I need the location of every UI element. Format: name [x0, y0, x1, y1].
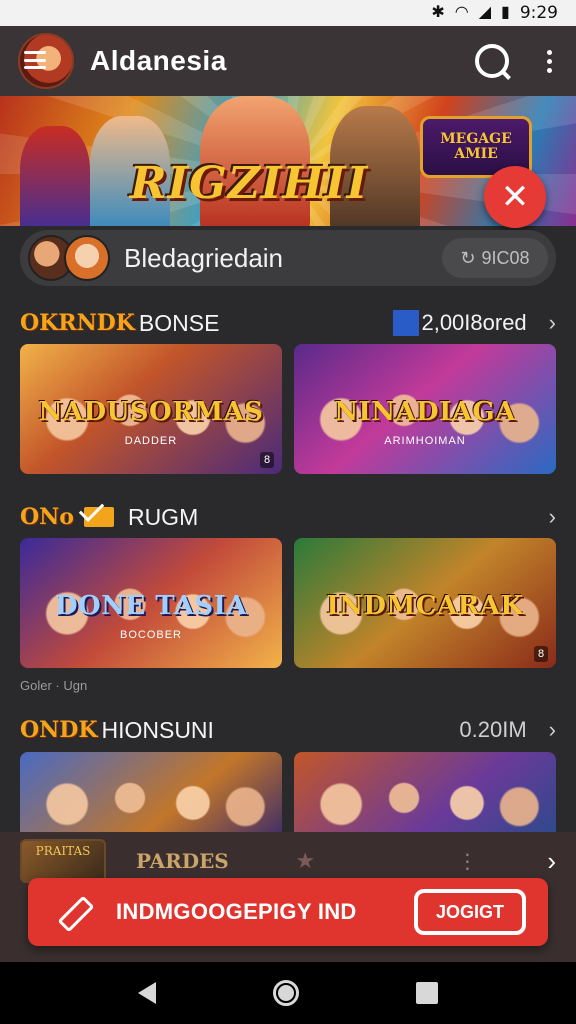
- game-tile[interactable]: [294, 752, 556, 842]
- more-vert-icon[interactable]: ⋮: [457, 849, 477, 874]
- bluetooth-icon: ✱: [431, 4, 445, 21]
- row-footnote: Goler · Ugn: [20, 678, 88, 693]
- close-icon: ✕: [500, 178, 530, 216]
- tile-subtitle: DADDER: [124, 435, 178, 447]
- app-title: Aldanesia: [90, 45, 227, 76]
- cta-label: INDMGOOGEPIGY IND: [116, 899, 357, 924]
- cta-banner[interactable]: INDMGOOGEPIGY IND JOGIGT: [28, 878, 548, 946]
- section-header[interactable]: ONDK HIONSUNI 0.20IM ›: [20, 712, 556, 748]
- section-tag: OKRNDK: [20, 310, 135, 336]
- more-vert-icon[interactable]: [547, 49, 552, 73]
- dock-label: PARDES: [136, 849, 229, 873]
- section-title: HIONSUNI: [101, 716, 214, 743]
- close-button[interactable]: ✕: [484, 166, 546, 228]
- chevron-right-icon[interactable]: ›: [549, 717, 556, 743]
- tile-subtitle: BOCOBER: [119, 629, 182, 641]
- tile-title: NADUSORMAS: [38, 396, 264, 427]
- refresh-icon: ↻: [460, 247, 476, 268]
- wifi-icon: ◠: [454, 4, 469, 21]
- game-tile[interactable]: NINADIAGA ARIMHOIMAN: [294, 344, 556, 474]
- game-tile[interactable]: [20, 752, 282, 842]
- recents-icon[interactable]: [415, 982, 438, 1004]
- tile-title: INDMCARAK: [326, 590, 524, 621]
- hero-character: [20, 126, 90, 226]
- cta-button[interactable]: JOGIGT: [414, 889, 526, 935]
- pencil-icon: [50, 892, 90, 932]
- game-tile[interactable]: DONE TASIA BOCOBER: [20, 538, 282, 668]
- dock-logo[interactable]: PRAITAS: [20, 839, 106, 883]
- system-nav-bar: [0, 962, 576, 1024]
- profile-avatar-secondary[interactable]: [64, 235, 110, 281]
- battery-icon: ▮: [501, 4, 510, 21]
- game-tile[interactable]: INDMCARAK 8: [294, 538, 556, 668]
- tile-subtitle: ARIMHOIMAN: [384, 435, 466, 447]
- section-header[interactable]: ONo RUGM ›: [20, 499, 556, 535]
- tile-badge: 8: [260, 452, 274, 468]
- tile-title: NINADIAGA: [334, 396, 516, 427]
- profile-name: Bledagriedain: [124, 242, 284, 273]
- chevron-right-icon[interactable]: ›: [547, 846, 556, 877]
- app-bar: Aldanesia: [0, 26, 576, 96]
- profile-avatar[interactable]: [18, 33, 74, 89]
- home-icon[interactable]: [272, 980, 299, 1006]
- section-header[interactable]: OKRNDK BONSE 2,00I8ored ›: [20, 305, 556, 341]
- chevron-right-icon[interactable]: ›: [549, 504, 556, 530]
- menu-icon[interactable]: [24, 51, 46, 69]
- coin-balance: 9IC08: [481, 247, 530, 268]
- star-icon[interactable]: ★: [295, 850, 317, 872]
- status-bar: ✱ ◠ ◢ ▮ 9:29: [0, 0, 576, 26]
- status-time: 9:29: [519, 3, 558, 23]
- signal-icon: ◢: [478, 4, 491, 21]
- back-icon[interactable]: [138, 982, 157, 1004]
- section-extra: 0.20IM: [459, 717, 527, 742]
- tile-title: DONE TASIA: [54, 590, 248, 621]
- game-tile[interactable]: NADUSORMAS DADDER 8: [20, 344, 282, 474]
- section-tag: ONDK: [20, 717, 98, 743]
- chevron-right-icon[interactable]: ›: [549, 310, 556, 336]
- profile-bar[interactable]: Bledagriedain ↻ 9IC08: [20, 230, 556, 286]
- tile-badge: 8: [534, 646, 548, 662]
- section-title: RUGM: [127, 503, 199, 530]
- search-icon[interactable]: [475, 44, 509, 78]
- section-title: BONSE: [138, 309, 220, 336]
- hero-title: RIGZIHII: [130, 158, 369, 209]
- section-tag: ONo: [20, 504, 74, 530]
- section-extra: 2,00I8ored: [393, 310, 527, 336]
- coin-balance-pill[interactable]: ↻ 9IC08: [442, 238, 548, 278]
- mail-icon: [83, 507, 114, 527]
